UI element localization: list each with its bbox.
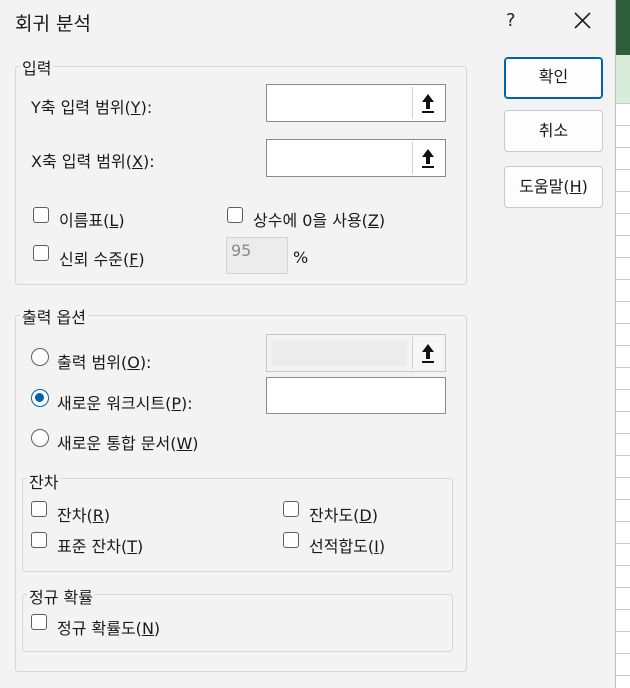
grid-line [615,125,630,126]
regression-dialog: 회귀 분석 ? 입력 Y축 입력 범위(Y): X축 입력 범위(X): 이름표… [0,0,616,688]
confidence-level-value: 95 [231,241,252,260]
range-select-arrow-icon [422,149,434,168]
help-question-button[interactable]: ? [506,10,516,31]
grid-line [615,323,630,324]
title-bar: 회귀 분석 ? [0,0,615,42]
range-select-arrow-icon [422,94,434,113]
grid-line [615,543,630,544]
confidence-level-checkbox[interactable] [33,245,49,261]
normal-probability-group-label: 정규 확률 [27,584,95,608]
grid-line [615,565,630,566]
new-workbook-label: 새로운 통합 문서(W) [57,434,199,453]
grid-line [615,455,630,456]
grid-line [615,631,630,632]
confidence-level-input[interactable]: 95 [226,237,288,274]
grid-line [615,587,630,588]
confidence-level-checkbox-label: 신뢰 수준(F) [59,250,145,269]
normal-probability-plots-checkbox-label: 정규 확률도(N) [57,619,161,638]
grid-line [615,521,630,522]
range-select-arrow-icon [422,344,434,363]
grid-line [615,345,630,346]
standardized-residuals-checkbox[interactable] [31,532,47,548]
x-range-collapse-button[interactable] [412,142,443,174]
input-group-label: 입력 [20,55,54,79]
close-icon [574,12,591,29]
output-range-input[interactable] [266,334,446,372]
y-range-label: Y축 입력 범위(Y): [31,98,153,117]
labels-checkbox[interactable] [33,207,49,223]
grid-line [615,103,630,104]
grid-line [615,191,630,192]
normal-probability-plots-checkbox[interactable] [31,614,47,630]
residuals-checkbox-label: 잔차(R) [57,506,111,525]
sheet-selected-cells [615,55,630,103]
output-range-collapse-button[interactable] [412,337,443,369]
percent-sign: % [293,248,309,267]
y-range-collapse-button[interactable] [412,87,443,119]
dialog-title: 회귀 분석 [15,13,91,35]
grid-line [615,609,630,610]
sheet-header-bar [615,0,630,55]
x-range-label: X축 입력 범위(X): [31,152,155,171]
grid-line [615,433,630,434]
grid-line [615,169,630,170]
output-options-label: 출력 옵션 [20,304,88,328]
residual-plots-checkbox[interactable] [283,501,299,517]
new-worksheet-label: 새로운 워크시트(P): [57,394,193,413]
grid-line [615,367,630,368]
grid-line [615,279,630,280]
cancel-button[interactable]: 취소 [504,110,603,152]
y-range-input[interactable] [266,84,446,122]
help-button[interactable]: 도움말(H) [504,166,603,208]
grid-line [615,675,630,676]
grid-line [615,653,630,654]
output-range-radio[interactable] [31,348,49,366]
grid-line [615,257,630,258]
grid-line [615,147,630,148]
constant-zero-checkbox-label: 상수에 0을 사용(Z) [253,211,386,230]
constant-zero-checkbox[interactable] [227,207,243,223]
grid-line [615,389,630,390]
ok-button[interactable]: 확인 [504,57,603,99]
residuals-checkbox[interactable] [31,501,47,517]
new-worksheet-name-input[interactable] [266,377,446,414]
close-button[interactable] [566,6,598,36]
standardized-residuals-checkbox-label: 표준 잔차(T) [57,537,144,556]
grid-line [615,213,630,214]
output-range-label: 출력 범위(O): [57,353,152,372]
line-fit-plots-checkbox[interactable] [283,532,299,548]
new-workbook-radio[interactable] [31,429,49,447]
grid-line [615,477,630,478]
grid-line [615,411,630,412]
labels-checkbox-label: 이름표(L) [59,211,125,230]
grid-line [615,235,630,236]
residual-plots-checkbox-label: 잔차도(D) [309,506,378,525]
output-range-field-disabled [272,340,407,366]
residuals-group-label: 잔차 [27,469,61,493]
x-range-input[interactable] [266,139,446,177]
grid-line [615,301,630,302]
background-spreadsheet [615,0,630,688]
line-fit-plots-checkbox-label: 선적합도(I) [309,537,386,556]
grid-line [615,499,630,500]
new-worksheet-radio[interactable] [31,389,49,407]
